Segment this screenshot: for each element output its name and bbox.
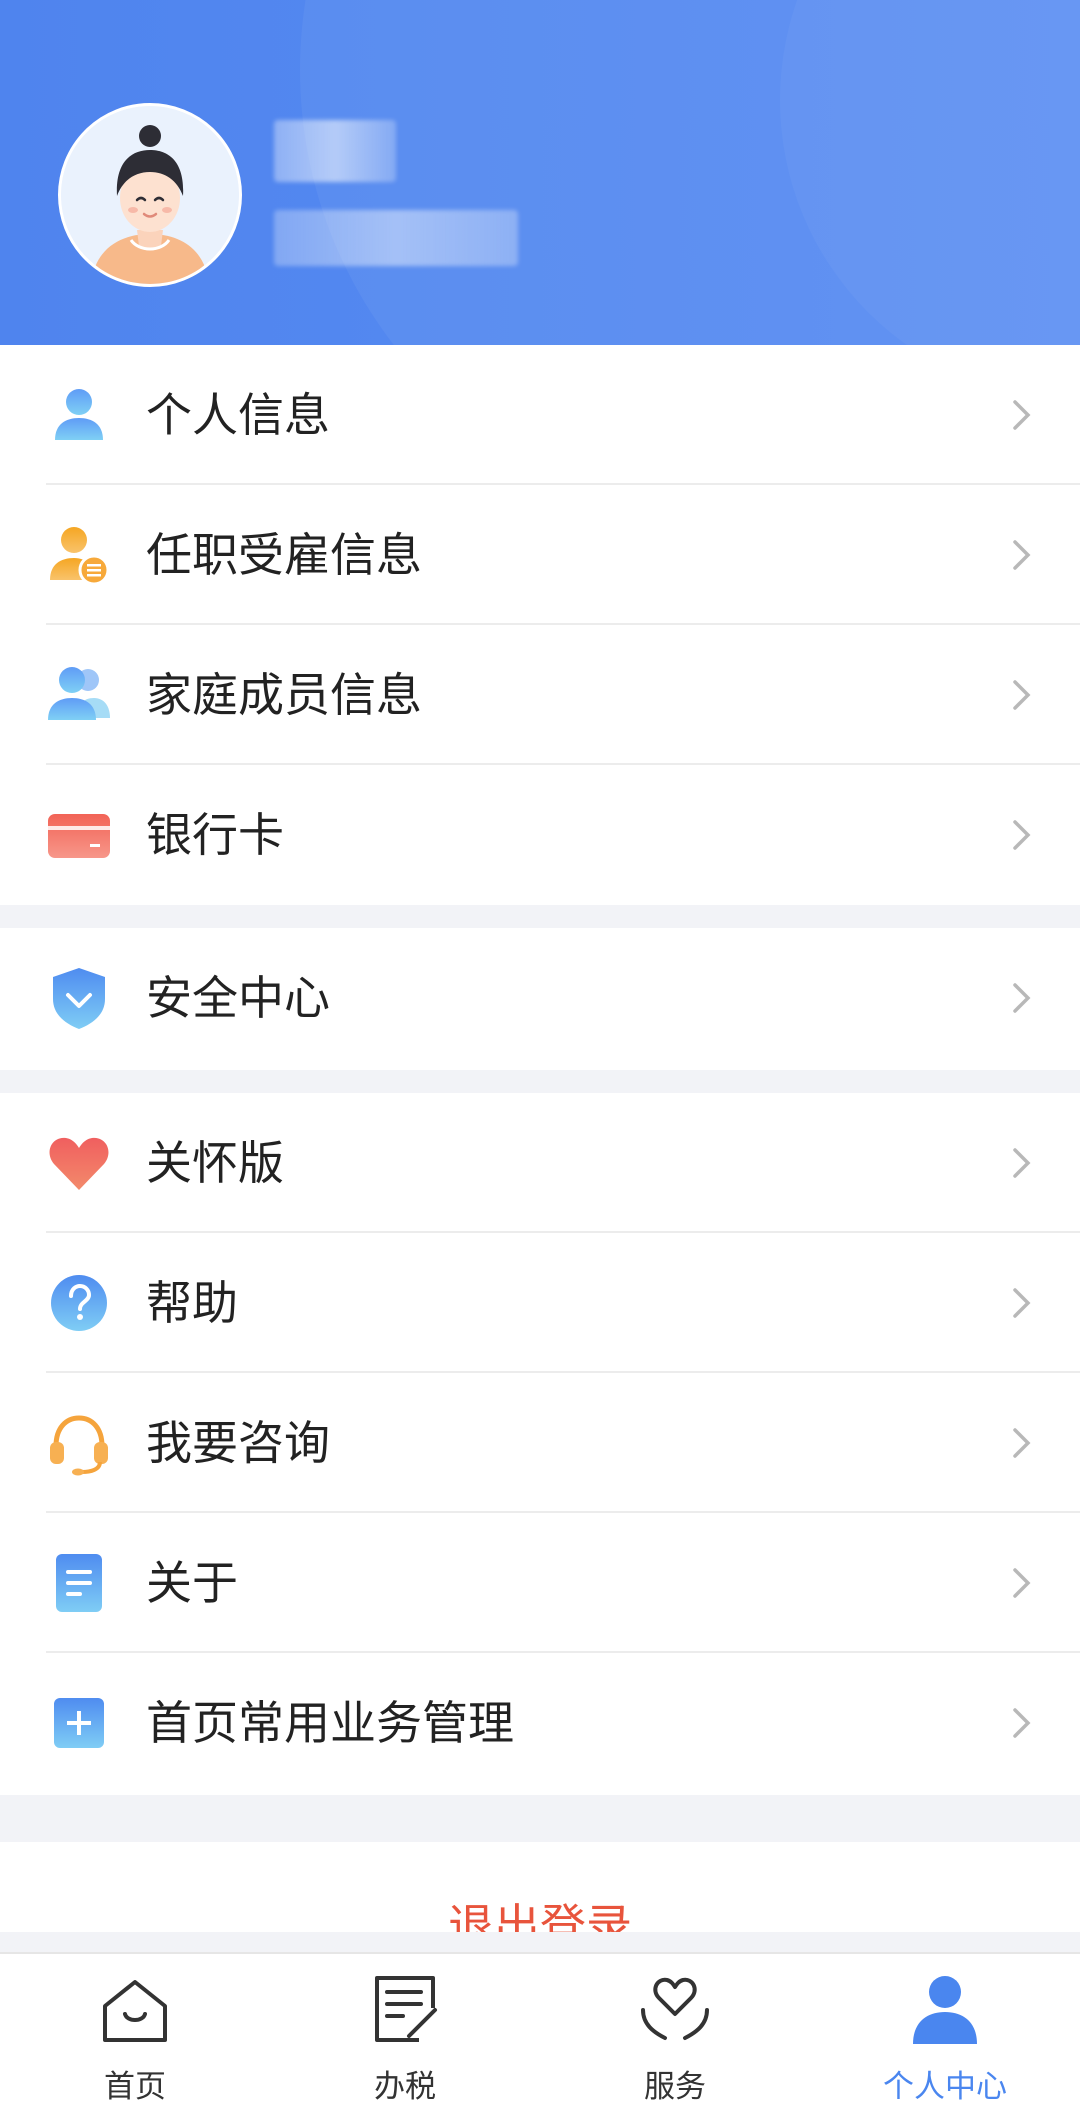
- headset-icon: [46, 1410, 112, 1476]
- profile-header: [0, 0, 1080, 345]
- menu-item-label: 安全中心: [146, 971, 330, 1025]
- menu-item-home-services-manage[interactable]: 首页常用业务管理: [0, 1653, 1080, 1793]
- chevron-right-icon: [1013, 540, 1031, 570]
- tab-service[interactable]: 服务: [540, 1954, 810, 2113]
- menu-item-help[interactable]: 帮助: [0, 1233, 1080, 1373]
- user-id-redacted: [274, 210, 518, 266]
- menu-group-security: 安全中心: [0, 928, 1080, 1070]
- menu-item-label: 银行卡: [146, 808, 284, 862]
- chevron-right-icon: [1013, 400, 1031, 430]
- chevron-right-icon: [1013, 1708, 1031, 1738]
- menu-item-bank-card[interactable]: 银行卡: [0, 765, 1080, 905]
- menu-item-label: 我要咨询: [146, 1416, 330, 1470]
- user-icon: [46, 382, 112, 448]
- tab-personal-center[interactable]: 个人中心: [810, 1954, 1080, 2113]
- menu-item-security-center[interactable]: 安全中心: [0, 928, 1080, 1068]
- service-heart-hands-icon: [641, 1977, 709, 2040]
- tab-tax[interactable]: 办税: [270, 1954, 540, 2113]
- shield-icon: [46, 965, 112, 1031]
- menu-group-personal: 个人信息 任职受雇信息 家庭成员信息 银行卡: [0, 345, 1080, 905]
- document-icon: [46, 1550, 112, 1616]
- help-icon: [46, 1270, 112, 1336]
- menu-item-personal-info[interactable]: 个人信息: [0, 345, 1080, 485]
- menu-item-label: 关于: [146, 1556, 238, 1610]
- menu-item-label: 帮助: [146, 1276, 238, 1330]
- menu-item-consult[interactable]: 我要咨询: [0, 1373, 1080, 1513]
- home-icon: [103, 1980, 167, 2042]
- logout-label: 退出登录: [448, 1899, 632, 1932]
- menu-item-about[interactable]: 关于: [0, 1513, 1080, 1653]
- avatar[interactable]: [58, 103, 242, 287]
- chevron-right-icon: [1013, 1148, 1031, 1178]
- menu-item-care-mode[interactable]: 关怀版: [0, 1093, 1080, 1233]
- chevron-right-icon: [1013, 1428, 1031, 1458]
- profile-page: 个人信息 任职受雇信息 家庭成员信息 银行卡 安全中心 关怀版 帮助 我要咨询 …: [0, 0, 1080, 2113]
- menu-item-label: 首页常用业务管理: [146, 1696, 514, 1750]
- chevron-right-icon: [1013, 820, 1031, 850]
- menu-group-general: 关怀版 帮助 我要咨询 关于 首页常用业务管理: [0, 1093, 1080, 1795]
- menu-item-label: 家庭成员信息: [146, 668, 422, 722]
- menu-item-label: 个人信息: [146, 388, 330, 442]
- tab-home[interactable]: 首页: [0, 1954, 270, 2113]
- menu-item-label: 任职受雇信息: [146, 528, 422, 582]
- chevron-right-icon: [1013, 983, 1031, 1013]
- employment-icon: [46, 522, 112, 588]
- heart-icon: [46, 1130, 112, 1196]
- bottom-tab-bar: 首页 办税 服务 个人中心: [0, 1952, 1080, 2113]
- bank-card-icon: [46, 802, 112, 868]
- tab-label: 服务: [644, 2069, 706, 2105]
- chevron-right-icon: [1013, 1288, 1031, 1318]
- menu-item-label: 关怀版: [146, 1136, 284, 1190]
- chevron-right-icon: [1013, 1568, 1031, 1598]
- user-name-redacted: [274, 120, 396, 182]
- menu-item-family-info[interactable]: 家庭成员信息: [0, 625, 1080, 765]
- person-icon: [913, 1976, 977, 2044]
- logout-button[interactable]: 退出登录: [0, 1842, 1080, 1932]
- tab-label: 首页: [104, 2069, 166, 2105]
- menu-item-employment-info[interactable]: 任职受雇信息: [0, 485, 1080, 625]
- family-icon: [46, 662, 112, 728]
- chevron-right-icon: [1013, 680, 1031, 710]
- plus-square-icon: [46, 1690, 112, 1756]
- tax-form-icon: [375, 1976, 437, 2042]
- tab-label: 个人中心: [883, 2069, 1007, 2105]
- tab-label: 办税: [374, 2069, 436, 2105]
